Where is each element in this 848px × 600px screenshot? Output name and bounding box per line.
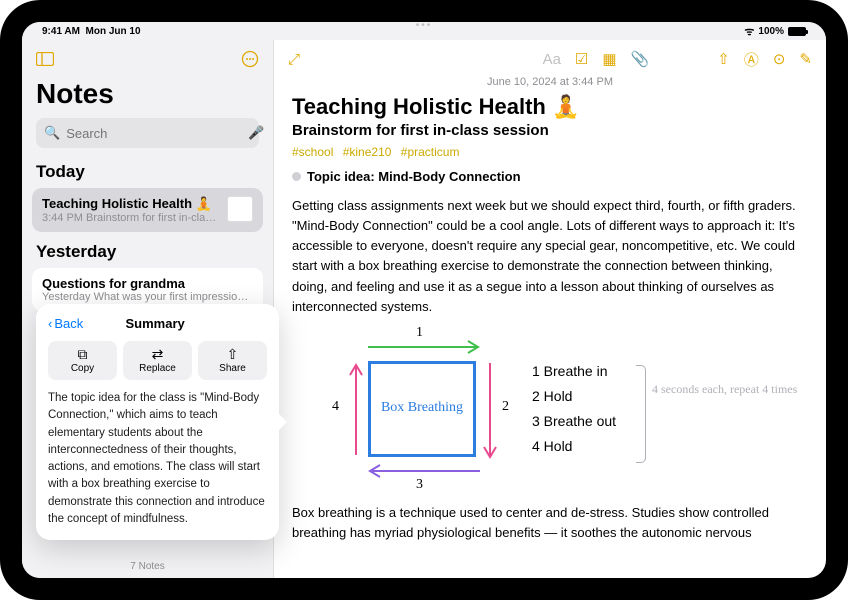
note-meta: Yesterday What was your first impression…: [42, 291, 253, 303]
summary-popover: ‹Back Summary ⧉Copy ⇄Replace ⇧Share The …: [36, 304, 279, 540]
paragraph: Getting class assignments next week but …: [292, 196, 808, 317]
copy-button[interactable]: ⧉Copy: [48, 341, 117, 380]
battery-percent: 100%: [758, 26, 784, 37]
steps-list: 1 Breathe in 2 Hold 3 Breathe out 4 Hold: [532, 359, 616, 460]
tag[interactable]: #practicum: [401, 145, 460, 159]
note-date: June 10, 2024 at 3:44 PM: [274, 76, 826, 88]
popover-title: Summary: [43, 316, 267, 331]
side-num: 2: [502, 399, 509, 415]
note-title: Teaching Holistic Health 🧘: [42, 196, 219, 212]
search-icon: 🔍: [44, 125, 60, 141]
arrow-bottom: [364, 463, 484, 479]
section-today: Today: [22, 158, 273, 188]
share-button[interactable]: ⇧Share: [198, 341, 267, 380]
share-icon: ⇧: [227, 347, 239, 361]
battery-icon: [788, 27, 806, 36]
tags[interactable]: #school #kine210 #practicum: [292, 145, 808, 159]
replace-icon: ⇄: [152, 347, 164, 361]
sidebar-toggle-icon[interactable]: [34, 48, 56, 70]
paragraph: Box breathing is a technique used to cen…: [292, 503, 808, 543]
writing-tools-icon[interactable]: Ⓐ: [744, 49, 759, 70]
search-field[interactable]: 🔍 🎤: [36, 118, 259, 148]
main-toolbar: ⤢ Aa ☑ ▦ 📎 ⇧ Ⓐ ⊙ ✎: [274, 40, 826, 78]
side-num: 1: [416, 325, 423, 341]
tag[interactable]: #school: [292, 145, 333, 159]
bullet-icon: [292, 172, 301, 181]
expand-icon[interactable]: ⤢: [288, 51, 300, 68]
screen: 9:41 AM Mon Jun 10 ᯤ 100% ••• Notes 🔍 🎤 …: [22, 22, 826, 578]
note-meta: 3:44 PM Brainstorm for first in-cla…: [42, 212, 219, 224]
hint-text: 4 seconds each, repeat 4 times: [652, 381, 797, 398]
status-left: 9:41 AM Mon Jun 10: [42, 26, 141, 37]
side-num: 3: [416, 477, 423, 493]
topic-heading: Topic idea: Mind-Body Connection: [307, 169, 521, 184]
notes-count: 7 Notes: [22, 557, 273, 578]
arrow-top: [364, 339, 484, 355]
summary-text: The topic idea for the class is "Mind-Bo…: [48, 390, 267, 528]
popover-arrow: [279, 414, 287, 430]
wifi-icon: ᯤ: [744, 24, 754, 39]
bracket-icon: [636, 365, 646, 463]
status-right: ᯤ 100%: [744, 24, 806, 39]
format-icon[interactable]: Aa: [543, 51, 561, 68]
arrow-left: [348, 359, 364, 463]
sidebar-title: Notes: [22, 78, 273, 118]
section-yesterday: Yesterday: [22, 238, 273, 268]
share-icon[interactable]: ⇧: [717, 50, 730, 68]
more-icon[interactable]: [239, 48, 261, 70]
note-title: Questions for grandma: [42, 276, 253, 291]
arrow-right: [482, 359, 498, 463]
box-breathing-box: Box Breathing: [368, 361, 476, 457]
sidebar-toolbar: [22, 40, 273, 78]
content: Notes 🔍 🎤 Today Teaching Holistic Health…: [22, 40, 826, 578]
compose-icon[interactable]: ✎: [799, 50, 812, 68]
note-thumbnail: [227, 196, 253, 222]
tag[interactable]: #kine210: [343, 145, 392, 159]
checklist-icon[interactable]: ☑: [575, 50, 588, 68]
side-num: 4: [332, 399, 339, 415]
table-icon[interactable]: ▦: [602, 50, 616, 68]
note-item[interactable]: Teaching Holistic Health 🧘 3:44 PM Brain…: [32, 188, 263, 232]
sidebar: Notes 🔍 🎤 Today Teaching Holistic Health…: [22, 40, 274, 578]
copy-icon: ⧉: [78, 347, 88, 361]
doc-title: Teaching Holistic Health 🧘: [292, 94, 808, 120]
note-body[interactable]: Teaching Holistic Health 🧘 Brainstorm fo…: [274, 94, 826, 567]
more-icon[interactable]: ⊙: [773, 50, 786, 68]
multitask-dots[interactable]: •••: [416, 22, 433, 31]
sketch-area: 1 2 3 4 Box Breathing 1 Breathe in 2 Hol…: [292, 329, 808, 489]
ipad-frame: 9:41 AM Mon Jun 10 ᯤ 100% ••• Notes 🔍 🎤 …: [0, 0, 848, 600]
attachment-icon[interactable]: 📎: [631, 50, 650, 68]
search-input[interactable]: [66, 126, 242, 141]
mic-icon[interactable]: 🎤: [248, 125, 264, 141]
replace-button[interactable]: ⇄Replace: [123, 341, 192, 380]
main-pane: ⤢ Aa ☑ ▦ 📎 ⇧ Ⓐ ⊙ ✎ June 10, 2024 at 3:44…: [274, 40, 826, 578]
doc-subtitle: Brainstorm for first in-class session: [292, 122, 808, 139]
